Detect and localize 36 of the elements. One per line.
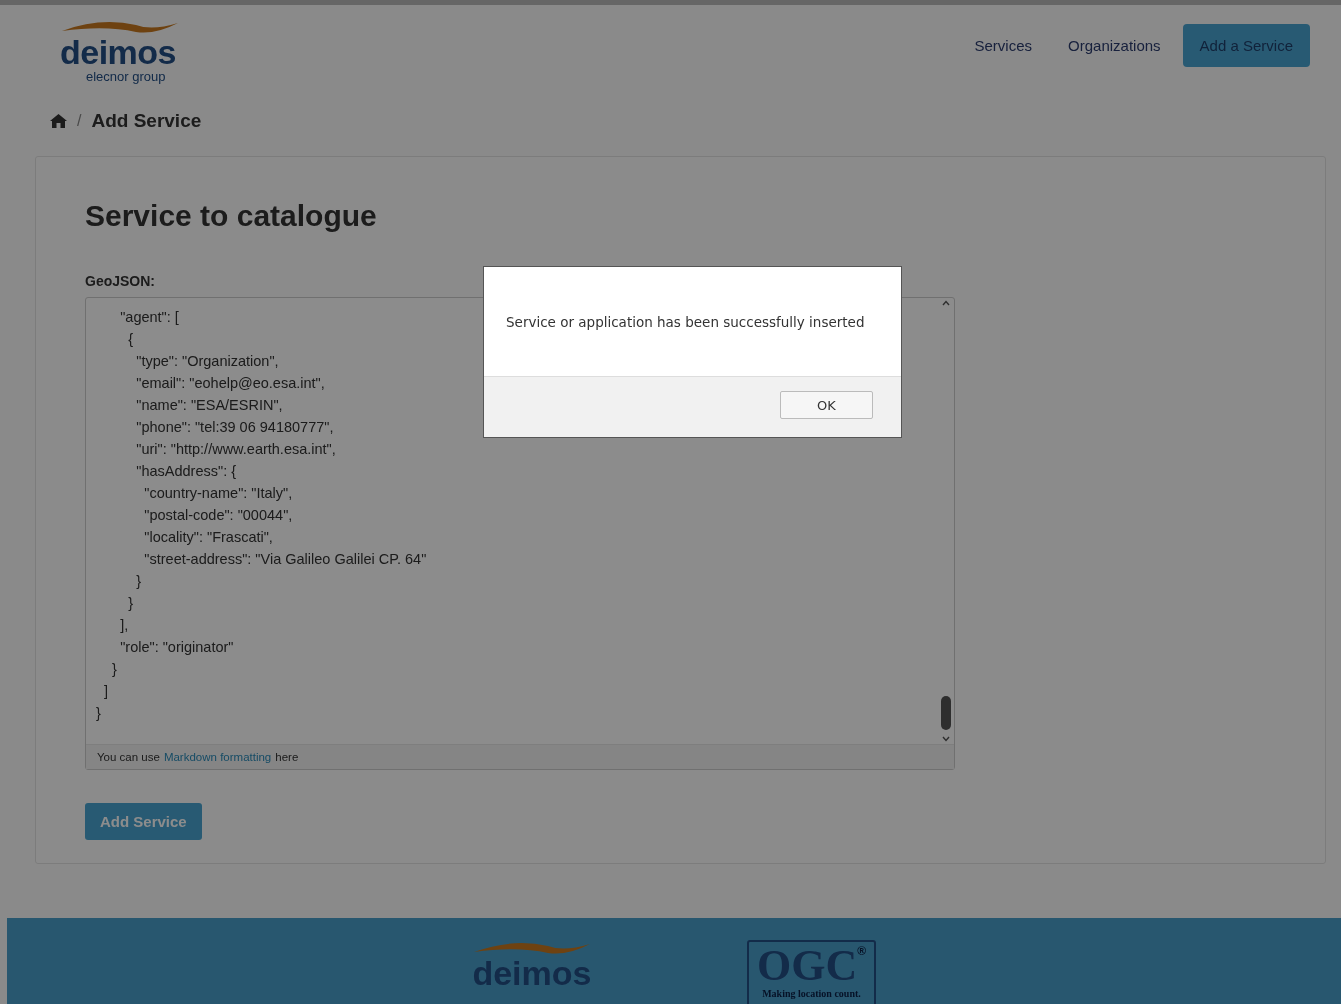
code-line: "hasAddress": { — [135, 462, 237, 481]
code-line: "country-name": "Italy", — [143, 484, 293, 503]
code-line: "uri": "http://www.earth.esa.int", — [135, 440, 336, 459]
breadcrumb-current: Add Service — [91, 110, 202, 132]
logo-name: deimos — [60, 35, 177, 69]
scroll-up-icon[interactable] — [942, 300, 950, 306]
code-line: "name": "ESA/ESRIN", — [135, 396, 283, 415]
code-line: "locality": "Frascati", — [143, 528, 273, 547]
home-icon[interactable] — [50, 114, 67, 128]
code-line: ] — [103, 682, 109, 701]
scrollbar-thumb[interactable] — [941, 696, 951, 730]
scroll-down-icon[interactable] — [942, 736, 950, 742]
code-line: { — [127, 330, 134, 349]
code-line: } — [135, 572, 142, 591]
code-line: "postal-code": "00044", — [143, 506, 293, 525]
ok-button[interactable]: OK — [780, 391, 873, 419]
markdown-link[interactable]: Markdown formatting — [163, 751, 272, 763]
code-line: "street-address": "Via Galileo Galilei CP. 64" — [143, 550, 427, 569]
hint-text: You can use — [97, 751, 160, 763]
logo-tagline: elecnor group — [86, 69, 166, 84]
code-line: } — [127, 594, 134, 613]
field-label: GeoJSON: — [85, 273, 156, 289]
hint-text: here — [275, 751, 299, 763]
code-line: "type": "Organization", — [135, 352, 279, 371]
breadcrumb-separator: / — [77, 112, 82, 130]
code-line: "email": "eohelp@eo.esa.int", — [135, 374, 325, 393]
form-title: Service to catalogue — [85, 199, 378, 233]
nav-link[interactable]: Organizations — [1054, 27, 1175, 64]
code-line: } — [96, 704, 101, 723]
nav-link[interactable]: Services — [960, 27, 1047, 64]
code-line: "phone": "tel:39 06 94180777", — [135, 418, 334, 437]
code-line: } — [111, 660, 117, 679]
code-line: "role": "originator" — [119, 638, 234, 657]
dialog-message: Service or application has been successfully inserted — [506, 314, 865, 330]
code-line: "agent": [ — [119, 308, 179, 327]
code-line: ], — [119, 616, 129, 635]
